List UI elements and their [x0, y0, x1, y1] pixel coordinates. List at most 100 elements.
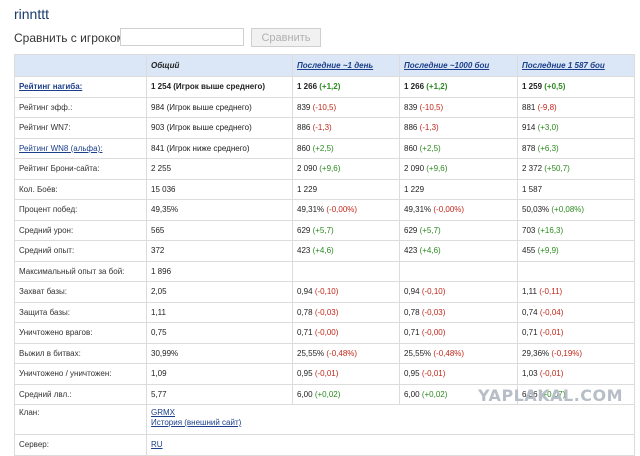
- stat-delta: (-9,8): [537, 102, 557, 112]
- stat-delta: (+0,02): [421, 389, 448, 399]
- stat-delta: (+50,7): [544, 164, 570, 174]
- stat-value: 2 090: [297, 164, 318, 174]
- row-label: Выжил в битвах:: [14, 342, 147, 364]
- stat-value: 29,36%: [522, 348, 550, 358]
- stat-cell: 372: [146, 240, 293, 262]
- table-row: Выжил в битвах: 30,99% 25,55% (-0,48%) 25,5…: [14, 342, 635, 364]
- stat-cell: 49,35%: [146, 199, 293, 221]
- stat-cell: [399, 260, 518, 282]
- header-last-1587[interactable]: Последние 1 587 бои: [517, 54, 635, 77]
- stat-value: 0,74: [522, 307, 538, 317]
- stat-value: 1,09: [151, 369, 167, 379]
- table-row: Уничтожено / уничтожен: 1,09 0,95 (-0,01) 0…: [14, 363, 635, 385]
- stat-cell: 2 090 (+9,6): [292, 158, 400, 180]
- server-row: Сервер: RU: [14, 434, 635, 456]
- stat-delta: (+9,9): [537, 246, 559, 256]
- stat-cell: 5,77: [146, 383, 293, 405]
- stat-cell: 839 (-10,5): [292, 96, 400, 118]
- stat-delta: (+5,7): [312, 225, 334, 235]
- clan-tag-link[interactable]: GRMX: [151, 408, 630, 418]
- stat-delta: (-0,10): [314, 287, 339, 297]
- stat-value: 25,55%: [297, 348, 325, 358]
- row-label: Рейтинг Брони-сайта:: [14, 158, 147, 180]
- stat-value: 30,99%: [151, 348, 179, 358]
- stat-delta: (-0,19%): [551, 348, 583, 358]
- stat-delta: (+4,6): [419, 246, 441, 256]
- stat-cell: 984 (Игрок выше среднего): [146, 96, 293, 118]
- row-label: Кол. Боёв:: [14, 178, 147, 200]
- stat-delta: (-0,11): [539, 287, 563, 297]
- row-label[interactable]: Рейтинг WN8 (альфа):: [14, 137, 147, 159]
- stat-value: 0,71: [522, 328, 538, 338]
- row-label: Захват базы:: [14, 281, 147, 303]
- stat-delta: (-0,00%): [433, 205, 465, 215]
- stat-value: 0,95: [404, 369, 420, 379]
- stat-value: 860: [404, 143, 418, 153]
- row-label[interactable]: Рейтинг нагиба:: [14, 76, 147, 98]
- stat-value: 2 255: [151, 164, 172, 174]
- stat-value: 886: [297, 123, 311, 133]
- clan-row: Клан: GRMX История (внешний сайт): [14, 404, 635, 435]
- table-row: Защита базы: 1,11 0,78 (-0,03) 0,78 (-0,03)…: [14, 301, 635, 323]
- stat-cell: 1 587: [517, 178, 635, 200]
- stat-value: 1 266: [404, 82, 425, 92]
- stat-delta: (+0,08%): [551, 205, 585, 215]
- watermark: YAPLAKAL.COM: [478, 386, 624, 405]
- compare-button[interactable]: Сравнить: [251, 28, 321, 47]
- stat-cell: 1 266 (+1,2): [292, 76, 400, 98]
- stat-cell: [517, 260, 635, 282]
- stat-value: 565: [151, 225, 165, 235]
- stat-cell: 860 (+2,5): [292, 137, 400, 159]
- stat-delta: (-1,3): [419, 123, 439, 133]
- stat-value: 0,94: [297, 287, 313, 297]
- stat-cell: 839 (-10,5): [399, 96, 518, 118]
- stat-cell: 565: [146, 219, 293, 241]
- server-link[interactable]: RU: [151, 440, 163, 449]
- stat-cell: 0,78 (-0,03): [399, 301, 518, 323]
- stat-delta: (-0,00): [314, 328, 339, 338]
- stat-value: 914: [522, 123, 536, 133]
- stat-cell: 903 (Игрок выше среднего): [146, 117, 293, 139]
- stat-delta: (-1,3): [312, 123, 332, 133]
- compare-player-input[interactable]: [120, 28, 244, 46]
- stat-value: 2 372: [522, 164, 543, 174]
- row-label: Процент побед:: [14, 199, 147, 221]
- stat-cell: 886 (-1,3): [292, 117, 400, 139]
- stat-cell: 50,03% (+0,08%): [517, 199, 635, 221]
- stat-cell: 1,11: [146, 301, 293, 323]
- compare-label: Сравнить с игроком: [14, 31, 125, 45]
- table-row: Захват базы: 2,05 0,94 (-0,10) 0,94 (-0,10)…: [14, 281, 635, 303]
- stat-delta: (-10,5): [419, 102, 444, 112]
- stat-delta: (+9,6): [426, 164, 448, 174]
- row-label: Средний лвл.:: [14, 383, 147, 405]
- stat-cell: 0,71 (-0,00): [399, 322, 518, 344]
- row-label: Рейтинг эфф.:: [14, 96, 147, 118]
- stat-value: 0,78: [404, 307, 420, 317]
- table-row: Средний опыт: 372 423 (+4,6) 423 (+4,6) 455 …: [14, 240, 635, 262]
- clan-history-link[interactable]: История (внешний сайт): [151, 418, 630, 428]
- stat-delta: (-0,03): [314, 307, 339, 317]
- stat-delta: (+2,5): [312, 143, 334, 153]
- stat-cell: 841 (Игрок ниже среднего): [146, 137, 293, 159]
- stat-value: 984 (Игрок выше среднего): [151, 102, 252, 112]
- stats-header-row: Общий Последние ~1 день Последние ~1000 …: [14, 54, 635, 77]
- stat-value: 903 (Игрок выше среднего): [151, 123, 252, 133]
- header-last-1000[interactable]: Последние ~1000 бои: [399, 54, 518, 77]
- stat-cell: 25,55% (-0,48%): [399, 342, 518, 364]
- stat-value: 0,71: [297, 328, 313, 338]
- stat-value: 15 036: [151, 184, 176, 194]
- stat-value: 423: [404, 246, 418, 256]
- stat-delta: (+1,2): [319, 82, 341, 92]
- stat-value: 841 (Игрок ниже среднего): [151, 143, 250, 153]
- stat-cell: 914 (+3,0): [517, 117, 635, 139]
- stat-cell: 2,05: [146, 281, 293, 303]
- header-last-day[interactable]: Последние ~1 день: [292, 54, 400, 77]
- stat-cell: 423 (+4,6): [292, 240, 400, 262]
- stat-cell: 629 (+5,7): [399, 219, 518, 241]
- header-label-col: [14, 54, 147, 77]
- stat-value: 1,11: [522, 287, 537, 297]
- stat-cell: 1,03 (-0,01): [517, 363, 635, 385]
- stat-delta: (-0,01): [421, 369, 446, 379]
- stat-delta: (-0,03): [421, 307, 446, 317]
- stat-cell: 878 (+6,3): [517, 137, 635, 159]
